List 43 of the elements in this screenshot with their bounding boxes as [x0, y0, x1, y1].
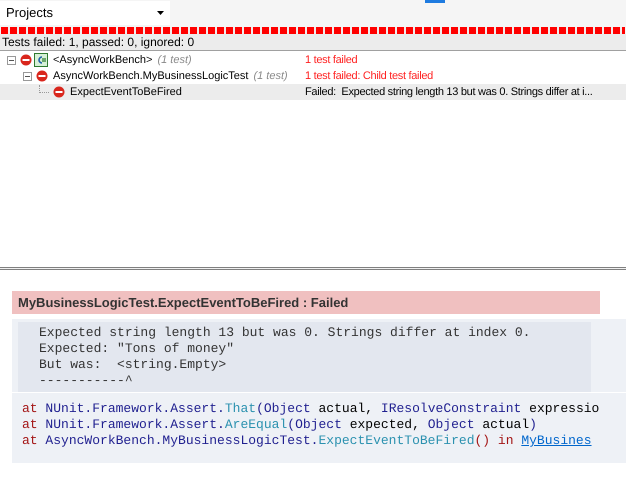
stack-trace-text: (Object — [256, 401, 312, 417]
test-name[interactable]: ExpectEventToBeFired — [69, 84, 183, 100]
test-count: (1 test) — [253, 68, 288, 84]
stack-trace-text: AsyncWorkBench.MyBusinessLogicTest. — [44, 433, 318, 449]
stack-trace-text: expected, — [350, 417, 421, 433]
project-dropdown[interactable]: Projects — [0, 1, 170, 25]
failed-icon — [20, 54, 32, 66]
failed-icon — [36, 70, 48, 82]
stack-trace-text: at — [22, 417, 38, 433]
test-result: 1 test failed — [305, 52, 358, 68]
stack-trace-text: That — [224, 401, 256, 417]
stack-trace-text: NUnit.Framework.Assert. — [44, 417, 225, 433]
stack-trace-text: actual — [482, 417, 530, 433]
test-name[interactable]: AsyncWorkBench.MyBusinessLogicTest — [52, 68, 250, 84]
test-result: Failed: Expected string length 13 but was 0. Strings differ at i... — [305, 84, 593, 100]
message-line: Expected string length 13 but was 0. Strings differ at index 0. — [39, 325, 532, 341]
csharp-project-icon — [34, 53, 48, 67]
result-header: MyBusinessLogicTest.ExpectEventToBeFired : Failed — [12, 291, 600, 314]
summary-text: Tests failed: 1, passed: 0, ignored: 0 — [2, 34, 194, 51]
stack-trace-text: ExpectEventToBeFired — [318, 433, 474, 449]
test-name[interactable]: <AsyncWorkBench> — [52, 52, 154, 68]
stack-trace-text: () in — [474, 433, 515, 449]
source-link[interactable]: MyBusines — [521, 433, 592, 449]
stack-trace-text: AreEqual — [224, 417, 288, 433]
stack-trace-text: NUnit.Framework.Assert. — [44, 401, 225, 417]
test-count: (1 test) — [157, 52, 192, 68]
caret-icon — [157, 11, 164, 15]
tree-connector — [39, 85, 49, 93]
stack-trace-text: at — [22, 433, 38, 449]
stack-trace-text: Object — [428, 417, 476, 433]
collapse-toggle[interactable] — [7, 56, 16, 64]
stack-trace-text: actual, — [318, 401, 374, 417]
message-line: -----------^ — [39, 373, 134, 389]
stack-trace-text: IResolveConstraint — [380, 401, 522, 417]
collapse-toggle[interactable] — [23, 72, 32, 80]
stack-trace-text: at — [22, 401, 38, 417]
stack-trace-text: (Object — [287, 417, 343, 433]
test-result: 1 test failed: Child test failed — [305, 68, 433, 84]
message-line: Expected: "Tons of money" — [39, 341, 236, 357]
failed-icon — [53, 86, 65, 98]
message-line: But was: <string.Empty> — [39, 357, 228, 373]
stack-trace-text: expressio — [529, 401, 600, 417]
stack-trace-text: ) — [529, 417, 537, 433]
